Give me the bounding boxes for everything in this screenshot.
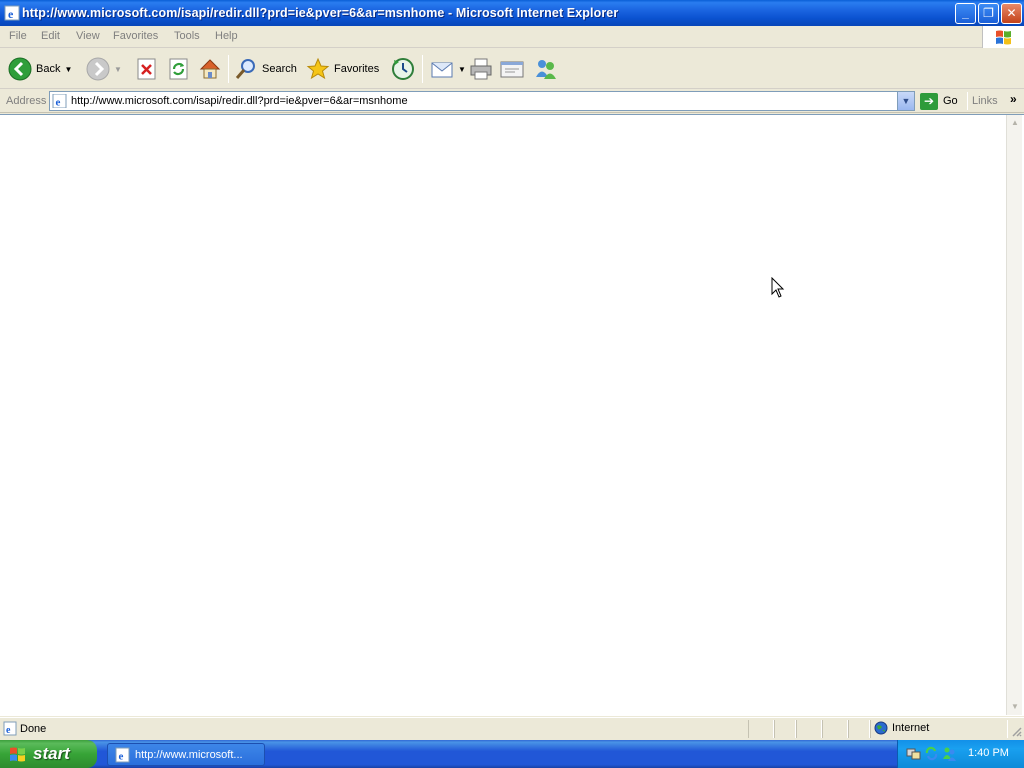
page-icon: e [52,94,67,109]
search-icon [235,59,255,79]
restore-button[interactable]: ❐ [978,3,999,24]
mail-icon [431,62,453,78]
globe-icon [874,721,888,735]
svg-text:e: e [119,751,124,763]
address-bar: Address e http://www.microsoft.com/isapi… [0,90,1024,113]
taskbar-button-label: http://www.microsoft... [135,749,243,761]
page-status-icon: e [3,721,17,736]
vertical-scrollbar[interactable]: ▲ ▼ [1006,115,1022,715]
network-icon[interactable] [906,746,921,761]
search-button[interactable]: Search [234,55,297,83]
chevron-right-icon[interactable]: » [1010,92,1017,106]
status-pane [848,720,870,738]
edit-page-icon [500,61,524,78]
back-arrow-icon [8,57,32,81]
favorites-label: Favorites [334,63,380,75]
menu-file[interactable]: File [9,30,27,42]
status-text: Done [20,723,47,735]
close-button[interactable]: ✕ [1001,3,1022,24]
forward-arrow-icon [86,57,110,81]
print-icon [470,58,492,80]
windows-flag-icon [996,30,1011,45]
history-icon [392,58,414,80]
windows-logo [982,26,1024,48]
scroll-down-icon[interactable]: ▼ [1007,699,1023,715]
zone-label: Internet [892,722,930,734]
stop-button[interactable] [136,55,158,83]
sync-icon[interactable] [924,746,939,761]
ie-icon: e [4,5,20,21]
ie-icon: e [115,747,130,763]
search-label: Search [262,63,297,75]
refresh-button[interactable] [168,55,190,83]
page-content[interactable]: ▲ ▼ [0,114,1024,716]
back-dropdown-icon[interactable]: ▼ [64,65,72,74]
mouse-cursor-icon [771,277,785,298]
windows-flag-icon [10,747,25,762]
home-button[interactable] [198,55,222,83]
standard-toolbar: Back ▼ ▼ Search Favorites ▼ [0,49,1024,89]
status-bar: e Done Internet [0,717,1024,739]
svg-text:e: e [56,97,61,109]
refresh-icon [169,58,188,80]
taskbar-button-ie[interactable]: e http://www.microsoft... [107,743,265,766]
svg-text:e: e [8,7,14,21]
status-pane [822,720,848,738]
links-toolbar[interactable]: Links [972,95,998,107]
svg-text:e: e [6,725,11,736]
title-bar[interactable]: e http://www.microsoft.com/isapi/redir.d… [0,0,1024,26]
mail-dropdown-icon[interactable]: ▼ [458,65,466,74]
favorites-button[interactable]: Favorites [306,55,379,83]
menu-help[interactable]: Help [215,30,238,42]
forward-button[interactable]: ▼ [86,55,122,83]
stop-icon [137,58,156,80]
home-icon [199,59,221,79]
mail-button[interactable]: ▼ [430,55,466,83]
menu-favorites[interactable]: Favorites [113,30,158,42]
menu-view[interactable]: View [76,30,100,42]
address-url: http://www.microsoft.com/isapi/redir.dll… [71,95,408,107]
edit-button[interactable] [500,55,526,83]
print-button[interactable] [469,55,493,83]
go-arrow-icon: ➔ [920,92,938,110]
history-button[interactable] [391,55,415,83]
go-button[interactable]: ➔ Go [920,92,958,110]
taskbar: start e http://www.microsoft... 1:40 PM [0,740,1024,768]
security-zone[interactable]: Internet [874,721,929,735]
messenger-button[interactable] [533,55,559,83]
system-tray: 1:40 PM [897,740,1024,768]
ie-window: e http://www.microsoft.com/isapi/redir.d… [0,0,1024,740]
back-button[interactable]: Back ▼ [8,55,72,83]
start-button[interactable]: start [0,740,97,768]
go-label: Go [943,95,958,107]
toolbar-separator [422,55,423,83]
menu-bar: File Edit View Favorites Tools Help [0,26,1024,48]
scroll-up-icon[interactable]: ▲ [1007,115,1023,131]
address-input[interactable]: e http://www.microsoft.com/isapi/redir.d… [49,91,915,111]
window-title: http://www.microsoft.com/isapi/redir.dll… [22,6,619,20]
messenger-tray-icon[interactable] [942,746,957,761]
address-dropdown-icon[interactable]: ▼ [897,92,914,110]
menu-edit[interactable]: Edit [41,30,60,42]
messenger-icon [536,60,556,79]
resize-grip-icon[interactable] [1010,725,1022,737]
toolbar-separator [228,55,229,83]
address-label: Address [6,95,47,107]
status-pane [796,720,822,738]
status-pane [748,720,774,738]
favorites-star-icon [306,57,330,80]
start-label: start [33,744,70,763]
menu-tools[interactable]: Tools [174,30,200,42]
clock[interactable]: 1:40 PM [968,747,1009,759]
status-pane [774,720,796,738]
forward-dropdown-icon[interactable]: ▼ [114,65,122,74]
minimize-button[interactable]: _ [955,3,976,24]
back-label: Back [36,63,61,75]
links-separator [967,92,968,110]
